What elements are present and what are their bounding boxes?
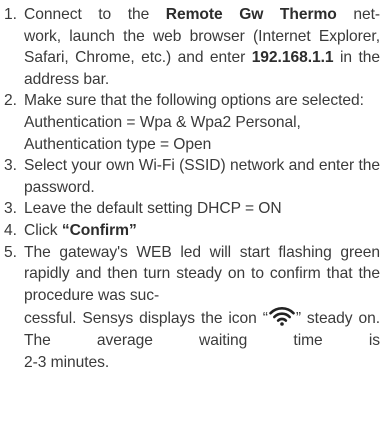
text-run: net- (336, 6, 381, 23)
setup-steps-list: 1. Connect to the Remote Gw Thermo net- … (4, 4, 380, 373)
step-number: 4. (4, 221, 17, 239)
step-text: Make sure that the following options are… (24, 90, 380, 155)
step-text: The gateway's WEB led will start flashin… (24, 242, 380, 374)
ip-address: 192.168.1.1 (251, 49, 334, 67)
step-line: cessful. Sensys displays the icon “” ste… (24, 306, 380, 351)
step-line: Make sure that the following options are… (24, 92, 364, 110)
confirm-label: “Confirm” (61, 221, 137, 239)
network-name: Remote Gw Thermo (165, 6, 337, 23)
step-number: 1. (4, 6, 17, 23)
text-run: The gateway's WEB led will start flashin… (24, 243, 380, 304)
step-3: 3. Select your own Wi-Fi (SSID) network … (4, 155, 380, 198)
instructions-page: 1. Connect to the Remote Gw Thermo net- … (0, 0, 383, 431)
step-line: Connect to the Remote Gw Thermo net- (24, 4, 380, 26)
step-line: 2-3 minutes. (24, 353, 110, 371)
step-text: Select your own Wi-Fi (SSID) network and… (24, 157, 380, 196)
step-4: 4. Click “Confirm” (4, 220, 380, 242)
text-run: Connect to the (24, 6, 166, 23)
step-text: Click “Confirm” (24, 220, 380, 242)
wifi-icon (269, 307, 295, 327)
step-line: Authentication type = Open (24, 135, 212, 153)
step-text: Connect to the Remote Gw Thermo net- wor… (24, 4, 380, 90)
step-number: 5. (4, 243, 17, 261)
step-3b: 3. Leave the default setting DHCP = ON (4, 198, 380, 220)
step-number: 2. (4, 92, 17, 110)
step-number: 3. (4, 157, 17, 175)
step-text: Leave the default setting DHCP = ON (24, 200, 282, 218)
step-2: 2. Make sure that the following options … (4, 90, 380, 155)
step-line: Authentication = Wpa & Wpa2 Personal, (24, 113, 301, 131)
text-run: cessful. Sensys displays the icon “ (24, 310, 268, 328)
step-1: 1. Connect to the Remote Gw Thermo net- … (4, 4, 380, 90)
step-5: 5. The gateway's WEB led will start flas… (4, 242, 380, 374)
text-run: Click (24, 221, 62, 239)
step-number: 3. (4, 200, 17, 218)
